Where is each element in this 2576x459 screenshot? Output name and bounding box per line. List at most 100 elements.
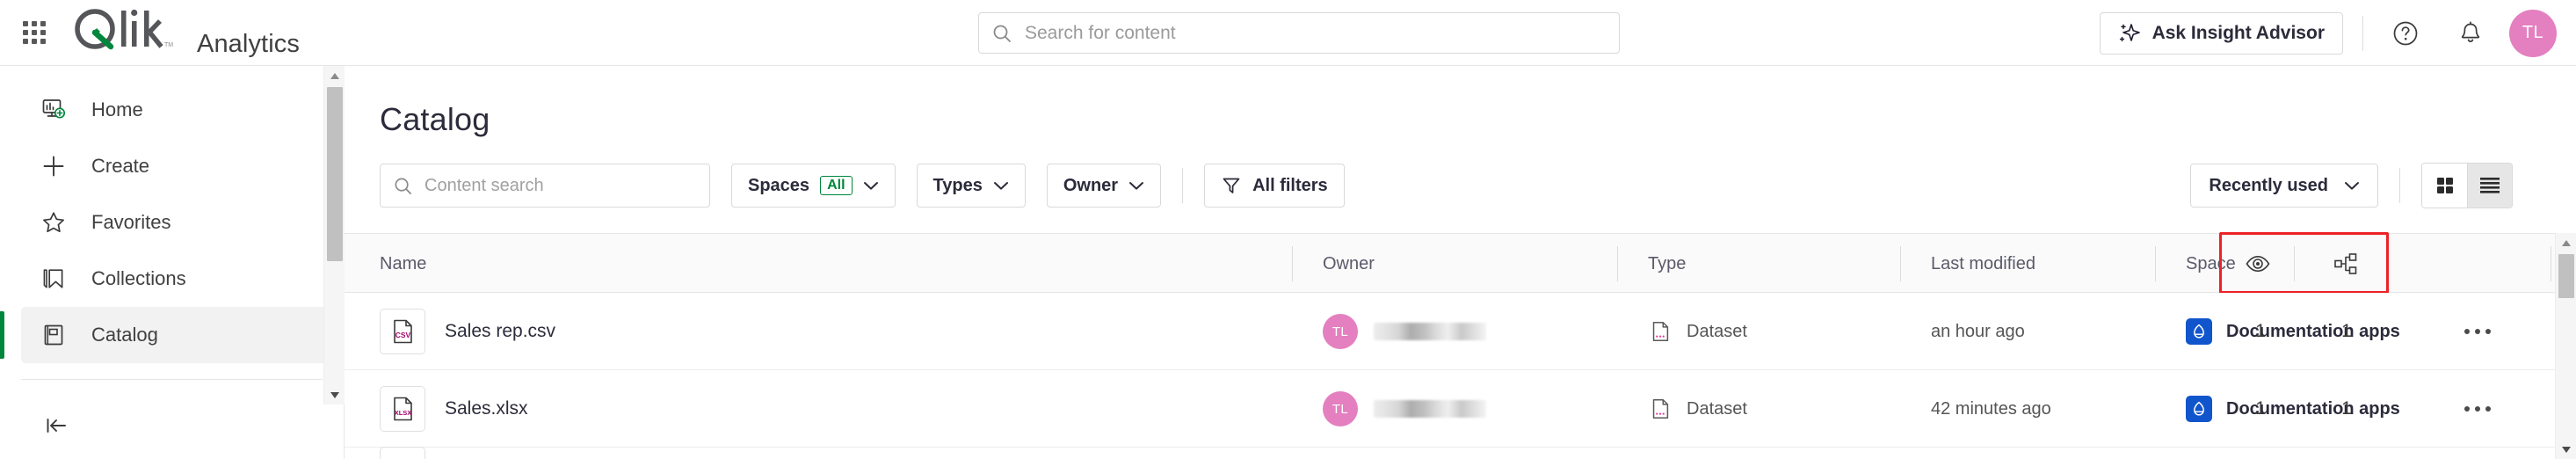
views-count: 1 (2255, 321, 2266, 341)
sidebar-item-collections[interactable]: Collections (21, 251, 333, 307)
view-toggle-group (2421, 163, 2513, 208)
search-icon (993, 25, 1011, 42)
lineage-count: 1 (2341, 398, 2352, 419)
all-filters-label: All filters (1252, 175, 1328, 195)
scroll-down-arrow-icon[interactable] (2556, 440, 2576, 459)
cell-views: 1 (2243, 293, 2278, 370)
table-row[interactable]: XLSX Sales.xlsx TL Dataset 42 minutes ag… (345, 370, 2555, 448)
column-header-owner[interactable]: Owner (1323, 234, 1375, 294)
table-header-row: Name Owner Type Last modified Space (345, 232, 2555, 294)
list-view-button[interactable] (2467, 164, 2512, 208)
cell-modified: 42 minutes ago (1931, 370, 2051, 448)
sidebar-item-home[interactable]: Home (21, 82, 333, 138)
scroll-up-arrow-icon[interactable] (2556, 233, 2576, 252)
content-scrollbar[interactable] (2555, 233, 2576, 459)
sidebar-divider (21, 379, 323, 380)
ask-insight-advisor-button[interactable]: Ask Insight Advisor (2099, 11, 2343, 55)
sidebar-item-create[interactable]: Create (21, 138, 333, 194)
types-filter-label: Types (932, 175, 983, 195)
column-header-views[interactable] (2225, 234, 2290, 294)
notifications-button[interactable] (2448, 11, 2493, 56)
owner-initials: TL (1332, 324, 1349, 339)
owner-filter-button[interactable]: Owner (1046, 164, 1162, 208)
column-header-type[interactable]: Type (1648, 234, 1686, 294)
owner-avatar: TL (1323, 314, 1358, 349)
more-actions-icon[interactable] (2464, 329, 2491, 334)
brand-product-label: Analytics (197, 30, 300, 58)
help-circle-icon (2393, 21, 2418, 45)
grid-view-icon (2436, 178, 2453, 193)
toolbar-divider (2362, 15, 2363, 51)
collapse-left-icon (47, 419, 66, 433)
lineage-graph-icon (2334, 253, 2357, 274)
spaces-filter-badge: All (820, 176, 853, 195)
owner-filter-label: Owner (1063, 175, 1119, 195)
bookmark-icon (39, 264, 69, 294)
cell-space[interactable]: Documentation apps (2186, 293, 2400, 370)
sidebar-item-label: Create (91, 155, 150, 177)
scroll-up-arrow-icon[interactable] (324, 66, 345, 85)
type-label: Dataset (1687, 321, 1747, 341)
dataset-file-icon (1652, 398, 1669, 419)
main-content: Catalog Content search Spaces All Types … (345, 66, 2555, 459)
grid-view-button[interactable] (2422, 164, 2467, 208)
help-button[interactable] (2383, 11, 2428, 56)
top-bar-actions: Ask Insight Advisor TL (2099, 0, 2557, 66)
shared-space-icon (2186, 318, 2212, 345)
column-header-lineage[interactable] (2313, 234, 2378, 294)
cell-name[interactable] (380, 447, 425, 459)
cell-space[interactable]: Documentation apps (2186, 370, 2400, 448)
list-view-icon (2480, 178, 2500, 193)
search-icon (395, 177, 411, 194)
file-icon (380, 447, 425, 459)
home-insights-icon (39, 95, 69, 125)
content-scroll-thumb[interactable] (2558, 254, 2574, 298)
view-divider (2399, 168, 2400, 203)
cell-name[interactable]: CSV Sales rep.csv (380, 293, 555, 370)
sidebar-item-favorites[interactable]: Favorites (21, 194, 333, 251)
sidebar-item-catalog[interactable]: Catalog (0, 307, 333, 363)
cell-owner: TL (1323, 293, 1486, 370)
spaces-filter-label: Spaces (748, 175, 810, 195)
table-row[interactable] (345, 447, 2555, 459)
cell-modified: an hour ago (1931, 293, 2025, 370)
all-filters-button[interactable]: All filters (1204, 164, 1345, 208)
cell-actions[interactable] (2464, 370, 2491, 448)
types-filter-button[interactable]: Types (916, 164, 1026, 208)
modified-label: 42 minutes ago (1931, 398, 2051, 419)
page-title: Catalog (380, 101, 490, 137)
dataset-file-icon (1652, 321, 1669, 342)
star-icon (39, 208, 69, 237)
column-header-modified[interactable]: Last modified (1931, 234, 2035, 294)
brand[interactable]: TM Analytics (72, 6, 300, 59)
sidebar-scrollbar[interactable] (323, 66, 345, 404)
top-bar: TM Analytics Search for content Ask Insi… (0, 0, 2576, 66)
user-avatar[interactable]: TL (2509, 9, 2557, 57)
filter-bar-right: Recently used (2190, 163, 2513, 208)
cell-type: Dataset (1648, 370, 1747, 448)
cell-name[interactable]: XLSX Sales.xlsx (380, 370, 528, 448)
cell-owner: TL (1323, 370, 1486, 448)
global-search-input[interactable]: Search for content (978, 12, 1620, 54)
app-launcher-button[interactable] (14, 12, 54, 53)
spaces-filter-button[interactable]: Spaces All (731, 164, 896, 208)
content-search-placeholder: Content search (424, 175, 544, 195)
column-header-name[interactable]: Name (380, 234, 426, 294)
owner-name-redacted (1374, 400, 1486, 418)
cell-actions[interactable] (2464, 293, 2491, 370)
qlik-logo-icon: TM (72, 6, 176, 52)
table-row[interactable]: CSV Sales rep.csv TL Dataset an hour ago… (345, 293, 2555, 370)
grid-icon (23, 21, 46, 44)
more-actions-icon[interactable] (2464, 406, 2491, 412)
file-name-label: Sales rep.csv (445, 321, 556, 341)
svg-text:TM: TM (164, 42, 173, 48)
avatar-initials: TL (2522, 23, 2544, 42)
lineage-count: 1 (2341, 321, 2352, 341)
plus-icon (39, 151, 69, 181)
content-search-input[interactable]: Content search (380, 164, 710, 208)
scroll-down-arrow-icon[interactable] (324, 385, 345, 404)
collapse-sidebar-button[interactable] (39, 408, 74, 443)
sidebar-scroll-thumb[interactable] (327, 87, 343, 261)
svg-text:CSV: CSV (395, 331, 411, 339)
sort-button[interactable]: Recently used (2190, 164, 2378, 208)
